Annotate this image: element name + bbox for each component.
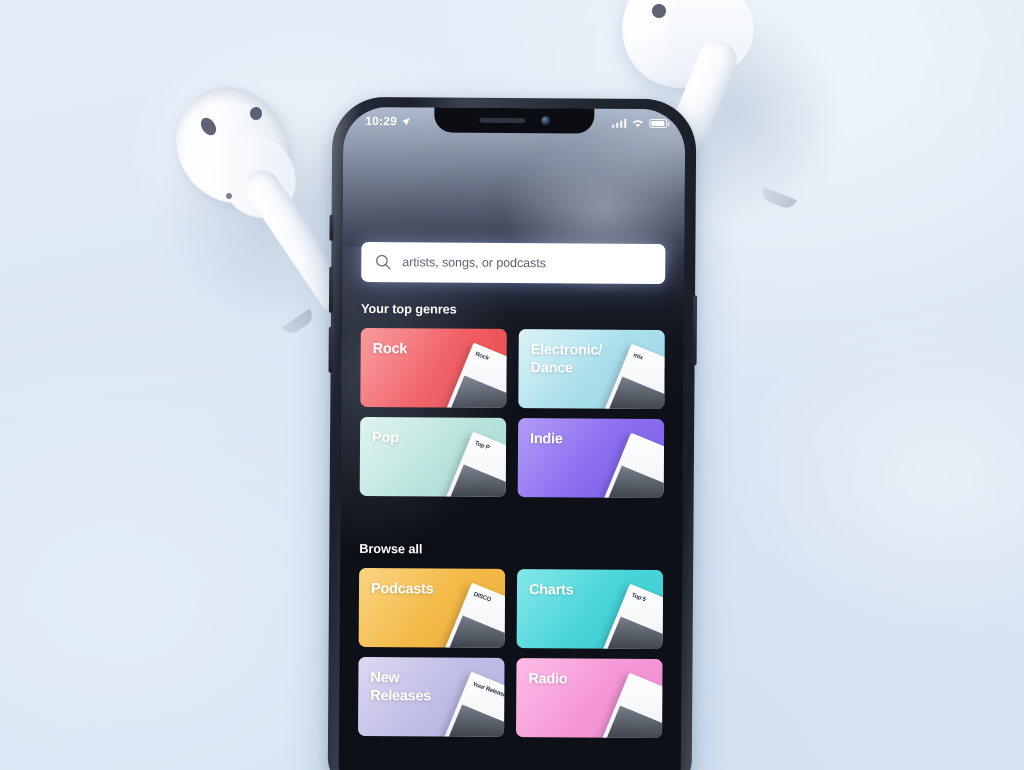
music-app-screen: artists, songs, or podcasts Your top gen… xyxy=(339,107,686,770)
display-notch xyxy=(434,107,595,134)
genre-tile-indie[interactable]: Indie xyxy=(517,418,665,499)
front-camera-icon xyxy=(540,116,550,126)
section-title-top-genres: Your top genres xyxy=(360,300,457,317)
browse-tile-label: New Releases xyxy=(370,670,432,705)
status-bar-left: 10:29 xyxy=(365,114,410,128)
browse-tile-charts[interactable]: Top 5 Charts xyxy=(516,569,664,650)
search-bar[interactable]: artists, songs, or podcasts xyxy=(361,241,666,285)
top-genres-grid: Rock Rock mix Electronic/ Dance Top P Po… xyxy=(359,327,665,499)
airpod-left-microphone xyxy=(226,193,232,199)
genre-tile-electronic-dance[interactable]: mix Electronic/ Dance xyxy=(518,329,665,410)
genre-tile-label: Pop xyxy=(372,430,399,447)
browse-tile-radio[interactable]: Radio xyxy=(515,658,663,739)
airpod-right-sensor xyxy=(652,4,666,18)
phone-screen: 10:29 artists, songs, or podcasts Your t… xyxy=(338,106,686,770)
speaker-grille xyxy=(478,117,525,124)
airpod-left-sensor xyxy=(250,107,262,120)
battery-icon xyxy=(649,118,668,128)
status-bar-right xyxy=(611,118,668,128)
browse-tile-label: Radio xyxy=(528,671,568,688)
signal-bars-icon xyxy=(611,118,627,128)
location-arrow-icon xyxy=(401,117,410,126)
volume-down-button[interactable] xyxy=(328,326,333,373)
browse-tile-podcasts[interactable]: DISCO Podcasts xyxy=(358,567,506,648)
section-browse-all: Browse all DISCO Podcasts Top 5 Charts Y… xyxy=(357,540,664,739)
browse-all-grid: DISCO Podcasts Top 5 Charts Your Release… xyxy=(357,567,664,739)
genre-tile-rock[interactable]: Rock Rock xyxy=(360,327,507,408)
search-input[interactable]: artists, songs, or podcasts xyxy=(402,255,546,270)
section-title-browse-all: Browse all xyxy=(359,540,423,557)
silent-switch[interactable] xyxy=(329,214,334,241)
genre-tile-label: Indie xyxy=(530,431,563,448)
genre-tile-pop[interactable]: Top P Pop xyxy=(359,416,507,497)
smartphone-device: 10:29 artists, songs, or podcasts Your t… xyxy=(327,96,698,770)
status-time: 10:29 xyxy=(365,113,398,129)
genre-tile-label: Rock xyxy=(372,341,408,358)
genre-tile-label: Electronic/ Dance xyxy=(530,342,603,377)
browse-tile-label: Charts xyxy=(528,582,574,599)
power-button[interactable] xyxy=(692,295,698,366)
volume-up-button[interactable] xyxy=(328,266,334,313)
section-top-genres: Your top genres Rock Rock mix Electronic… xyxy=(359,300,665,499)
search-icon xyxy=(376,254,391,270)
wifi-icon xyxy=(632,120,643,128)
browse-tile-new-releases[interactable]: Your Release Radar New Releases xyxy=(357,656,505,737)
browse-tile-label: Podcasts xyxy=(370,581,434,598)
